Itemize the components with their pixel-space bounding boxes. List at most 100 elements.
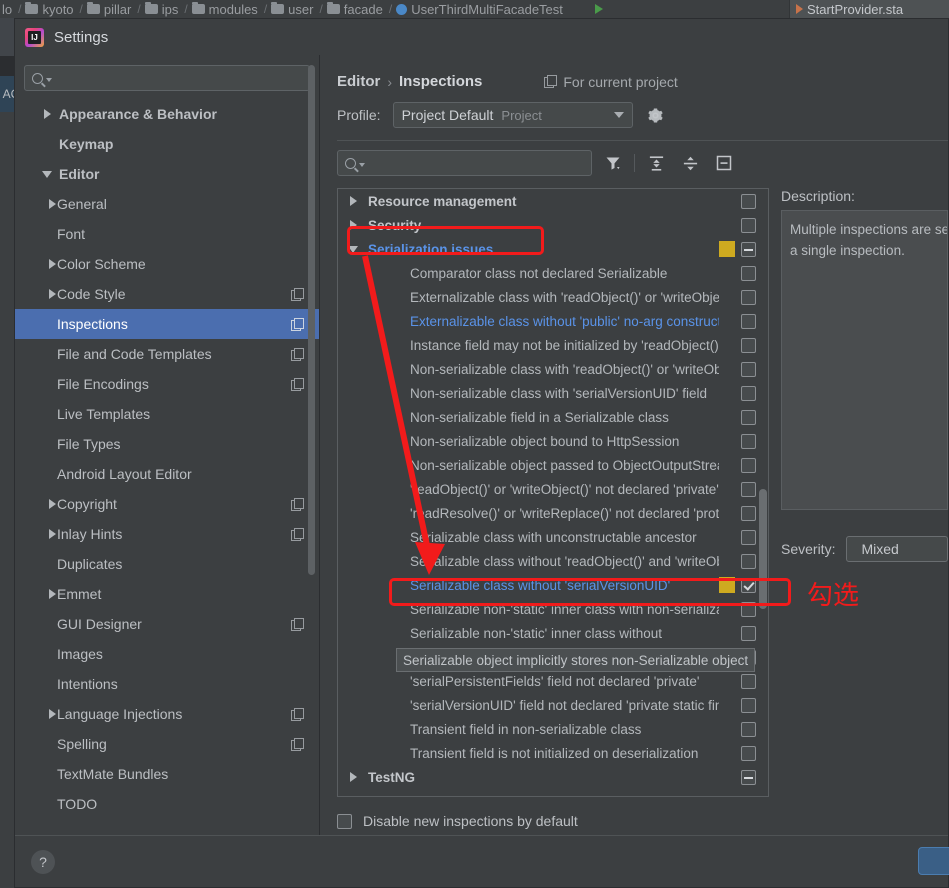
- inspection-checkbox[interactable]: [741, 193, 756, 209]
- sidebar-item-appearance-behavior[interactable]: Appearance & Behavior: [15, 99, 319, 129]
- sidebar-item-intentions[interactable]: Intentions: [15, 669, 319, 699]
- inspection-row[interactable]: Serializable non-'static' inner class wi…: [338, 621, 768, 645]
- inspection-row[interactable]: Non-serializable class with 'readObject(…: [338, 357, 768, 381]
- inspection-checkbox[interactable]: [741, 625, 756, 641]
- breadcrumb-item[interactable]: UserThirdMultiFacadeTest: [396, 2, 563, 17]
- sidebar-search-box[interactable]: [24, 65, 310, 91]
- chevron-down-icon[interactable]: [46, 78, 52, 82]
- sidebar-item-color-scheme[interactable]: Color Scheme: [15, 249, 319, 279]
- breadcrumb-item[interactable]: ips: [144, 2, 178, 17]
- breadcrumb-item[interactable]: kyoto: [25, 2, 74, 17]
- inspection-row[interactable]: Non-serializable object bound to HttpSes…: [338, 429, 768, 453]
- inspection-row[interactable]: 'readObject()' or 'writeObject()' not de…: [338, 477, 768, 501]
- inspection-row[interactable]: 'serialPersistentFields' field not decla…: [338, 669, 768, 693]
- inspection-row[interactable]: Externalizable class without 'public' no…: [338, 309, 768, 333]
- sidebar-item-duplicates[interactable]: Duplicates: [15, 549, 319, 579]
- inspection-checkbox[interactable]: [741, 553, 756, 569]
- inspection-group-row[interactable]: Security: [338, 213, 768, 237]
- inspection-checkbox[interactable]: [741, 529, 756, 545]
- help-button[interactable]: ?: [31, 849, 55, 874]
- settings-search-input[interactable]: [57, 69, 302, 87]
- breadcrumb-item[interactable]: modules: [191, 2, 258, 17]
- inspection-row[interactable]: Comparator class not declared Serializab…: [338, 261, 768, 285]
- inspection-row[interactable]: 'serialVersionUID' field not declared 'p…: [338, 693, 768, 717]
- inspection-checkbox[interactable]: [741, 361, 756, 377]
- inspection-checkbox[interactable]: [741, 769, 756, 785]
- inspection-row[interactable]: Serializable class without 'serialVersio…: [338, 573, 768, 597]
- inspection-search-input[interactable]: [370, 154, 584, 172]
- chevron-down-icon[interactable]: [359, 163, 365, 167]
- sidebar-item-spelling[interactable]: Spelling: [15, 729, 319, 759]
- sidebar-item-file-encodings[interactable]: File Encodings: [15, 369, 319, 399]
- sidebar-item-gui-designer[interactable]: GUI Designer: [15, 609, 319, 639]
- inspection-row[interactable]: Non-serializable field in a Serializable…: [338, 405, 768, 429]
- collapse-all-icon[interactable]: [677, 151, 703, 175]
- inspection-checkbox[interactable]: [741, 505, 756, 521]
- inspection-checkbox[interactable]: [741, 409, 756, 425]
- sidebar-item-file-types[interactable]: File Types: [15, 429, 319, 459]
- breadcrumb-item[interactable]: lo: [2, 2, 12, 17]
- inspection-row[interactable]: Non-serializable object passed to Object…: [338, 453, 768, 477]
- inspection-checkbox[interactable]: [741, 481, 756, 497]
- inspection-checkbox[interactable]: [741, 673, 756, 689]
- sidebar-item-code-style[interactable]: Code Style: [15, 279, 319, 309]
- sidebar-item-general[interactable]: General: [15, 189, 319, 219]
- inspection-row[interactable]: Non-serializable class with 'serialVersi…: [338, 381, 768, 405]
- inspections-scrollbar-thumb[interactable]: [759, 489, 767, 609]
- breadcrumb-parent[interactable]: Editor: [337, 73, 380, 90]
- sidebar-item-file-and-code-templates[interactable]: File and Code Templates: [15, 339, 319, 369]
- inspection-checkbox[interactable]: [741, 745, 756, 761]
- breadcrumb-item[interactable]: user: [271, 2, 313, 17]
- severity-select[interactable]: Mixed: [846, 536, 948, 562]
- inspection-checkbox[interactable]: [741, 313, 756, 329]
- inspection-group-row[interactable]: Serialization issues: [338, 237, 768, 261]
- breadcrumb-item[interactable]: pillar: [86, 2, 131, 17]
- inspection-row[interactable]: 'readResolve()' or 'writeReplace()' not …: [338, 501, 768, 525]
- inspection-row[interactable]: Transient field is not initialized on de…: [338, 741, 768, 765]
- expand-all-icon[interactable]: [643, 151, 669, 175]
- sidebar-item-android-layout-editor[interactable]: Android Layout Editor: [15, 459, 319, 489]
- inspections-tree[interactable]: Resource management Security Serialization…: [337, 188, 769, 797]
- editor-tab[interactable]: StartProvider.sta: [789, 0, 949, 18]
- inspection-group-row[interactable]: Resource management: [338, 189, 768, 213]
- inspection-row[interactable]: Externalizable class with 'readObject()'…: [338, 285, 768, 309]
- settings-category-tree[interactable]: Appearance & Behavior Keymap Editor General…: [15, 99, 319, 835]
- inspection-checkbox[interactable]: [741, 337, 756, 353]
- sidebar-item-live-templates[interactable]: Live Templates: [15, 399, 319, 429]
- sidebar-item-textmate-bundles[interactable]: TextMate Bundles: [15, 759, 319, 789]
- inspection-search-box[interactable]: [337, 150, 592, 176]
- sidebar-item-language-injections[interactable]: Language Injections: [15, 699, 319, 729]
- gear-icon[interactable]: [647, 107, 664, 124]
- run-arrow-icon[interactable]: [594, 4, 603, 14]
- disable-new-inspections-checkbox[interactable]: [337, 813, 352, 829]
- inspection-checkbox[interactable]: [741, 697, 756, 713]
- inspection-row[interactable]: Serializable class without 'readObject()…: [338, 549, 768, 573]
- inspection-checkbox[interactable]: [741, 217, 756, 233]
- sidebar-item-images[interactable]: Images: [15, 639, 319, 669]
- sidebar-item-keymap[interactable]: Keymap: [15, 129, 319, 159]
- profile-select[interactable]: Project Default Project: [392, 102, 633, 128]
- inspection-row[interactable]: Transient field in non-serializable clas…: [338, 717, 768, 741]
- filter-icon[interactable]: [600, 151, 626, 175]
- inspection-checkbox[interactable]: [741, 433, 756, 449]
- breadcrumb-item[interactable]: facade: [326, 2, 383, 17]
- sidebar-scrollbar-thumb[interactable]: [308, 65, 315, 575]
- sidebar-item-inlay-hints[interactable]: Inlay Hints: [15, 519, 319, 549]
- inspection-checkbox[interactable]: [741, 457, 756, 473]
- inspection-row[interactable]: Serializable non-'static' inner class wi…: [338, 597, 768, 621]
- ok-button[interactable]: [918, 847, 949, 875]
- sidebar-item-emmet[interactable]: Emmet: [15, 579, 319, 609]
- inspection-checkbox[interactable]: [741, 601, 756, 617]
- inspection-checkbox[interactable]: [741, 385, 756, 401]
- sidebar-item-copyright[interactable]: Copyright: [15, 489, 319, 519]
- show-only-enabled-icon[interactable]: [711, 151, 737, 175]
- sidebar-item-inspections[interactable]: Inspections: [15, 309, 319, 339]
- disable-new-inspections-row[interactable]: Disable new inspections by default: [320, 797, 948, 835]
- inspection-checkbox[interactable]: [741, 265, 756, 281]
- sidebar-item-font[interactable]: Font: [15, 219, 319, 249]
- sidebar-scrollbar-track[interactable]: [308, 55, 317, 835]
- sidebar-item-editor[interactable]: Editor: [15, 159, 319, 189]
- inspection-row[interactable]: Serializable class with unconstructable …: [338, 525, 768, 549]
- inspection-group-row[interactable]: TestNG: [338, 765, 768, 789]
- inspection-checkbox[interactable]: [741, 577, 756, 593]
